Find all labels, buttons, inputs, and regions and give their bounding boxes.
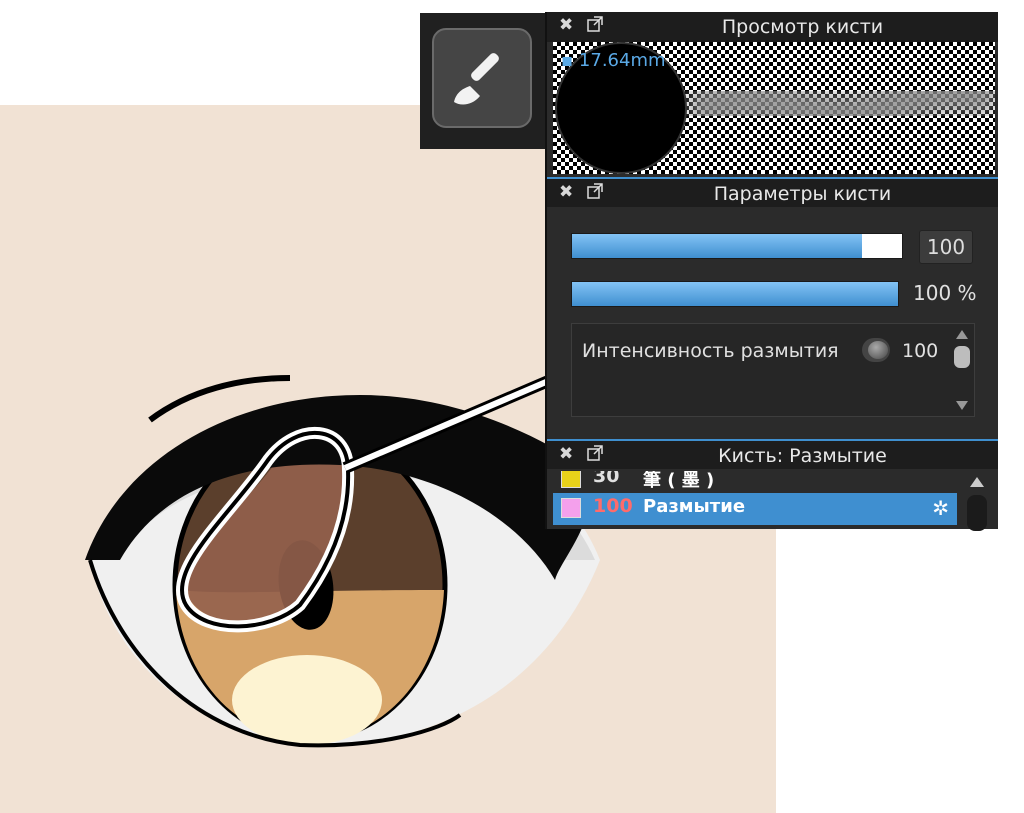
- brush-size-value: 17.64mm: [578, 50, 666, 71]
- blur-intensity-value: 100: [902, 340, 939, 362]
- opacity-slider[interactable]: [571, 281, 899, 307]
- panel-title: Параметры кисти: [713, 183, 892, 205]
- brush-preview-panel: ✖ Просмотр кисти ▪ 17.64mm: [545, 12, 998, 177]
- list-item[interactable]: 30 筆 ( 墨 ): [553, 471, 957, 495]
- brush-preview-area: ▪ 17.64mm: [553, 42, 995, 174]
- opacity-slider-fill: [572, 282, 898, 306]
- panel-titlebar: ✖ Просмотр кисти: [547, 12, 998, 42]
- list-item-selected[interactable]: 100 Размытие ✲: [553, 493, 957, 525]
- scroll-up-icon[interactable]: [956, 330, 968, 339]
- panel-title: Кисть: Размытие: [718, 445, 887, 467]
- panel-title: Просмотр кисти: [721, 16, 884, 38]
- brush-name: Размытие: [643, 496, 746, 517]
- iris-highlight: [232, 655, 382, 745]
- brush-color-swatch: [561, 498, 581, 518]
- brush-name: 筆 ( 墨 ): [643, 471, 715, 491]
- opacity-value: 100 %: [913, 281, 977, 305]
- tool-palette: [420, 13, 548, 149]
- brush-tool-icon: [454, 53, 499, 105]
- size-slider-fill: [572, 234, 863, 258]
- brush-color-swatch: [561, 471, 581, 488]
- brush-list-panel: ✖ Кисть: Размытие 30 筆 ( 墨 ) 100 Размыти…: [545, 439, 998, 531]
- brush-size-label: ▪ 17.64mm: [561, 50, 666, 71]
- brush-list: 30 筆 ( 墨 ) 100 Размытие ✲: [553, 471, 957, 529]
- settings-scrollbar[interactable]: [952, 324, 972, 416]
- scroll-track[interactable]: [967, 495, 987, 531]
- sub-tool-settings: Интенсивность размытия 100: [571, 323, 975, 417]
- blur-intensity-label: Интенсивность размытия: [582, 340, 839, 362]
- gear-icon[interactable]: ✲: [932, 496, 949, 520]
- scroll-down-icon[interactable]: [956, 401, 968, 410]
- brush-params-panel: ✖ Параметры кисти 100 100 % Интенсивност…: [545, 177, 998, 439]
- scroll-thumb[interactable]: [954, 346, 970, 368]
- brush-size: 100: [593, 495, 633, 517]
- panel-titlebar: ✖ Параметры кисти: [547, 177, 998, 207]
- list-scrollbar[interactable]: [959, 471, 993, 531]
- brush-tool-button[interactable]: [432, 28, 532, 128]
- size-value-field[interactable]: 100: [919, 230, 973, 264]
- panel-titlebar: ✖ Кисть: Размытие: [547, 439, 998, 469]
- brush-size: 30: [593, 471, 620, 487]
- size-slider[interactable]: [571, 233, 903, 259]
- blur-intensity-knob[interactable]: [862, 338, 890, 362]
- scroll-up-icon[interactable]: [970, 477, 984, 487]
